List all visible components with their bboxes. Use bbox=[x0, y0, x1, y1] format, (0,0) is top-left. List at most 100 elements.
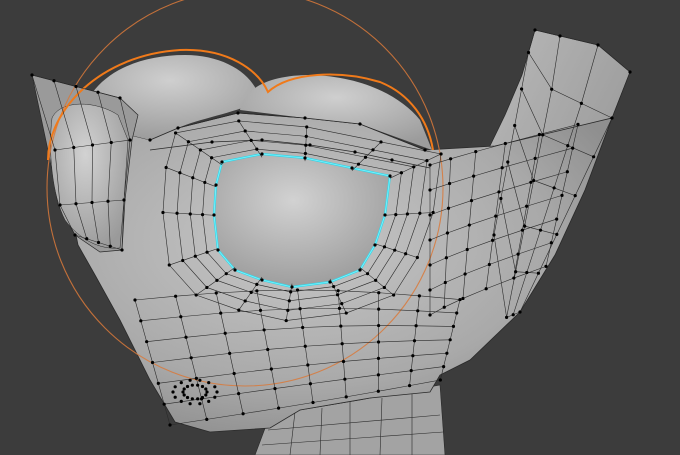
vertex[interactable] bbox=[461, 296, 465, 301]
vertex[interactable] bbox=[156, 381, 160, 385]
vertex[interactable] bbox=[394, 213, 398, 217]
vertex[interactable] bbox=[576, 122, 580, 126]
vertex[interactable] bbox=[513, 123, 517, 128]
vertex[interactable] bbox=[108, 244, 112, 248]
vertex[interactable] bbox=[168, 423, 172, 427]
vertex[interactable] bbox=[311, 400, 315, 405]
vertex[interactable] bbox=[405, 212, 410, 216]
vertex[interactable] bbox=[145, 340, 149, 344]
vertex[interactable] bbox=[72, 145, 76, 150]
vertex[interactable] bbox=[518, 310, 522, 314]
vertex[interactable] bbox=[185, 384, 190, 389]
vertex[interactable] bbox=[273, 386, 277, 391]
vertex[interactable] bbox=[305, 125, 309, 129]
vertex[interactable] bbox=[286, 308, 290, 312]
vertex[interactable] bbox=[399, 171, 404, 175]
vertex[interactable] bbox=[446, 206, 451, 210]
vertex[interactable] bbox=[610, 116, 614, 120]
vertex[interactable] bbox=[205, 285, 209, 290]
vertex[interactable] bbox=[371, 148, 375, 152]
vertex[interactable] bbox=[443, 280, 447, 285]
vertex[interactable] bbox=[538, 228, 543, 232]
vertex[interactable] bbox=[358, 122, 362, 126]
vertex[interactable] bbox=[109, 140, 113, 145]
vertex[interactable] bbox=[411, 354, 415, 358]
vertex[interactable] bbox=[214, 183, 218, 187]
vertex[interactable] bbox=[558, 34, 562, 38]
vertex[interactable] bbox=[223, 331, 227, 335]
vertex[interactable] bbox=[523, 224, 527, 228]
vertex[interactable] bbox=[487, 262, 491, 267]
vertex[interactable] bbox=[492, 233, 496, 237]
vertex[interactable] bbox=[484, 287, 488, 291]
vertex[interactable] bbox=[260, 152, 264, 156]
vertex[interactable] bbox=[377, 291, 381, 295]
vertex[interactable] bbox=[207, 381, 211, 385]
vertex[interactable] bbox=[472, 174, 476, 178]
vertex[interactable] bbox=[566, 144, 570, 148]
vertex[interactable] bbox=[344, 395, 348, 399]
vertex[interactable] bbox=[139, 319, 143, 323]
vertex[interactable] bbox=[205, 250, 209, 254]
vertex[interactable] bbox=[215, 390, 219, 394]
vertex[interactable] bbox=[417, 294, 421, 298]
vertex[interactable] bbox=[204, 393, 208, 397]
vertex[interactable] bbox=[237, 119, 241, 123]
vertex[interactable] bbox=[448, 338, 452, 342]
vertex[interactable] bbox=[428, 163, 432, 167]
vertex[interactable] bbox=[339, 324, 343, 328]
vertex[interactable] bbox=[416, 309, 420, 313]
vertex[interactable] bbox=[418, 211, 422, 215]
vertex[interactable] bbox=[186, 140, 190, 144]
vertex[interactable] bbox=[205, 417, 209, 421]
vertex[interactable] bbox=[438, 378, 442, 382]
vertex[interactable] bbox=[328, 280, 332, 284]
vertex[interactable] bbox=[458, 297, 462, 302]
vertex[interactable] bbox=[442, 305, 446, 309]
vertex[interactable] bbox=[428, 188, 432, 192]
vertex[interactable] bbox=[377, 307, 381, 311]
vertex[interactable] bbox=[465, 247, 469, 252]
vertex[interactable] bbox=[404, 252, 408, 256]
vertex[interactable] bbox=[188, 402, 192, 406]
vertex[interactable] bbox=[560, 193, 564, 197]
vertex[interactable] bbox=[181, 258, 185, 263]
vertex[interactable] bbox=[428, 288, 432, 292]
vertex[interactable] bbox=[442, 364, 446, 369]
vertex[interactable] bbox=[122, 198, 126, 202]
vertex[interactable] bbox=[289, 290, 293, 294]
vertex[interactable] bbox=[412, 339, 417, 343]
viewport-canvas[interactable] bbox=[0, 0, 680, 455]
vertex[interactable] bbox=[497, 190, 501, 194]
vertex[interactable] bbox=[308, 143, 312, 147]
vertex[interactable] bbox=[174, 131, 178, 135]
vertex[interactable] bbox=[290, 285, 294, 289]
vertex[interactable] bbox=[337, 306, 342, 310]
vertex[interactable] bbox=[174, 294, 178, 298]
vertex[interactable] bbox=[232, 371, 236, 376]
vertex[interactable] bbox=[85, 237, 89, 241]
vertex[interactable] bbox=[162, 402, 166, 406]
vertex[interactable] bbox=[120, 248, 124, 252]
vertex[interactable] bbox=[198, 378, 202, 382]
vertex[interactable] bbox=[555, 217, 559, 221]
vertex[interactable] bbox=[596, 43, 600, 47]
vertex[interactable] bbox=[161, 210, 165, 215]
vertex[interactable] bbox=[276, 406, 281, 410]
vertex[interactable] bbox=[258, 308, 263, 312]
vertex[interactable] bbox=[198, 402, 202, 406]
vertex[interactable] bbox=[341, 359, 346, 364]
vertex[interactable] bbox=[295, 288, 300, 292]
vertex[interactable] bbox=[550, 87, 554, 91]
vertex[interactable] bbox=[505, 315, 509, 319]
vertex[interactable] bbox=[203, 180, 207, 185]
vertex[interactable] bbox=[190, 397, 194, 401]
vertex[interactable] bbox=[53, 148, 57, 152]
vertex[interactable] bbox=[379, 140, 383, 144]
vertex[interactable] bbox=[205, 390, 209, 394]
vertex[interactable] bbox=[445, 231, 450, 235]
vertex[interactable] bbox=[532, 178, 536, 183]
vertex[interactable] bbox=[356, 162, 361, 166]
vertex[interactable] bbox=[306, 363, 310, 367]
vertex[interactable] bbox=[90, 143, 95, 147]
